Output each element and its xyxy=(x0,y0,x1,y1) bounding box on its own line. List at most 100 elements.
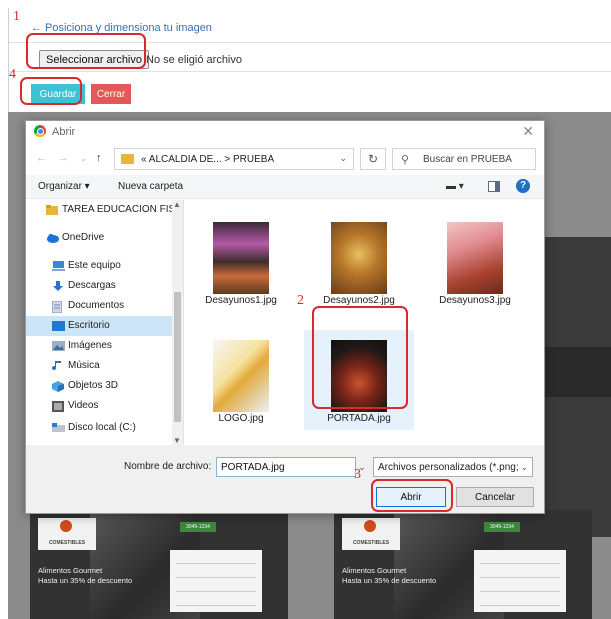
file-item[interactable]: Desayunos1.jpg xyxy=(186,212,296,312)
background-promo-card: COMESTIBLES 3045-1234 Alimentos Gourmet H… xyxy=(30,510,288,619)
desktop-icon xyxy=(52,321,65,331)
file-name: LOGO.jpg xyxy=(218,413,264,424)
nav-item-label: Documentos xyxy=(68,300,125,311)
recent-dropdown-icon[interactable]: ⌄ xyxy=(80,154,87,163)
dialog-title: Abrir xyxy=(52,126,76,138)
nav-item[interactable]: Este equipo xyxy=(26,256,172,276)
video-icon xyxy=(52,401,64,412)
image-editor-toolbar: ← Posiciona y dimensiona tu imagen Selecc… xyxy=(8,8,611,112)
file-thumbnail xyxy=(213,340,269,412)
nav-item[interactable]: Música xyxy=(26,356,172,376)
filename-label: Nombre de archivo: xyxy=(124,461,212,472)
open-button[interactable]: Abrir xyxy=(376,487,446,507)
nav-item[interactable]: Escritorio xyxy=(26,316,172,336)
new-folder-button[interactable]: Nueva carpeta xyxy=(118,181,183,192)
help-icon[interactable]: ? xyxy=(516,179,530,193)
file-thumbnail xyxy=(447,222,503,294)
step-number-3: 3 xyxy=(354,467,361,482)
nav-item[interactable]: OneDrive xyxy=(26,228,172,248)
file-type-select[interactable]: Archivos personalizados (*.png; ⌄ xyxy=(373,457,533,477)
file-thumbnail xyxy=(331,340,387,412)
file-list: Desayunos1.jpg Desayunos2.jpg Desayunos3.j… xyxy=(186,200,544,445)
contact-form-preview xyxy=(170,550,262,612)
chevron-down-icon[interactable]: ⌄ xyxy=(339,153,347,164)
file-open-dialog: Abrir ✕ ← → ⌄ ↑ « ALCALDIA DE... > PRUEB… xyxy=(25,120,545,514)
scrollbar-thumb[interactable] xyxy=(174,292,181,422)
step-number-4: 4 xyxy=(9,67,16,82)
brand-logo-icon xyxy=(60,520,72,532)
brand-logo-icon xyxy=(364,520,376,532)
scrollbar[interactable]: ▲ ▼ xyxy=(172,200,183,445)
up-icon[interactable]: ↑ xyxy=(96,152,102,164)
nav-item-label: Videos xyxy=(68,400,99,411)
drive-icon xyxy=(52,423,65,433)
file-item[interactable]: Desayunos3.jpg xyxy=(420,212,530,312)
select-file-button[interactable]: Seleccionar archivo xyxy=(39,50,149,69)
document-icon xyxy=(51,300,64,314)
close-icon[interactable]: ✕ xyxy=(522,123,534,140)
nav-item[interactable]: TAREA EDUCACION FIS xyxy=(26,200,176,220)
nav-item-label: Música xyxy=(68,360,100,371)
nav-item[interactable]: Objetos 3D xyxy=(26,376,172,396)
nav-item-label: TAREA EDUCACION FIS xyxy=(62,204,176,215)
back-icon[interactable]: ← xyxy=(36,152,47,164)
chrome-icon xyxy=(34,125,46,137)
music-icon xyxy=(52,361,64,371)
close-button[interactable]: Cerrar xyxy=(91,84,131,104)
file-item[interactable]: LOGO.jpg xyxy=(186,330,296,430)
file-name: Desayunos3.jpg xyxy=(439,295,511,306)
file-item[interactable]: PORTADA.jpg xyxy=(304,330,414,430)
command-bar: Organizar ▾ Nueva carpeta ▬ ▾ ? xyxy=(26,175,544,199)
nav-item[interactable]: Videos xyxy=(26,396,172,416)
chevron-down-icon: ⌄ xyxy=(520,462,528,472)
contact-form-preview xyxy=(474,550,566,612)
refresh-icon[interactable]: ↻ xyxy=(360,148,386,170)
nav-item[interactable]: Documentos xyxy=(26,296,172,316)
navigation-pane: TAREA EDUCACION FIS OneDrive Este equipo De… xyxy=(26,200,184,445)
file-name: PORTADA.jpg xyxy=(327,413,391,424)
pictures-icon xyxy=(52,341,65,351)
nav-item-label: Objetos 3D xyxy=(68,380,119,391)
step-number-1: 1 xyxy=(13,9,20,24)
nav-item[interactable]: Disco local (C:) xyxy=(26,418,172,438)
search-icon: ⚲ xyxy=(401,154,410,166)
forward-icon[interactable]: → xyxy=(58,152,69,164)
computer-icon xyxy=(52,261,65,271)
promo-text: Alimentos Gourmet Hasta un 35% de descuen… xyxy=(342,566,437,585)
file-name: Desayunos1.jpg xyxy=(205,295,277,306)
scroll-down-icon[interactable]: ▼ xyxy=(173,436,181,445)
cube-icon xyxy=(52,381,64,392)
back-link[interactable]: ← Posiciona y dimensiona tu imagen xyxy=(31,22,212,34)
promo-text: Alimentos Gourmet Hasta un 35% de descuen… xyxy=(38,566,133,585)
nav-item-label: Este equipo xyxy=(68,260,121,271)
organize-menu[interactable]: Organizar ▾ xyxy=(38,181,90,192)
dialog-titlebar: Abrir ✕ xyxy=(26,121,544,143)
nav-item[interactable]: Imágenes xyxy=(26,336,172,356)
back-arrow-icon: ← xyxy=(31,22,42,34)
nav-item-label: Imágenes xyxy=(68,340,112,351)
address-bar[interactable]: « ALCALDIA DE... > PRUEBA ⌄ xyxy=(114,148,354,170)
file-item[interactable]: Desayunos2.jpg xyxy=(304,212,414,312)
filename-input[interactable] xyxy=(216,457,356,477)
cancel-button[interactable]: Cancelar xyxy=(456,487,534,507)
no-file-text: No se eligió archivo xyxy=(146,54,242,66)
nav-item-label: Descargas xyxy=(68,280,116,291)
nav-item-label: Disco local (C:) xyxy=(68,422,136,433)
nav-item-label: OneDrive xyxy=(62,232,105,243)
address-path: « ALCALDIA DE... > PRUEBA xyxy=(141,154,275,165)
search-input[interactable]: ⚲ Buscar en PRUEBA xyxy=(392,148,536,170)
dialog-footer: Nombre de archivo: ⌄ Archivos personaliz… xyxy=(26,445,544,513)
nav-item-label: Escritorio xyxy=(68,320,110,331)
scroll-up-icon[interactable]: ▲ xyxy=(173,200,181,209)
search-placeholder: Buscar en PRUEBA xyxy=(423,154,512,165)
background-card-strip xyxy=(536,347,611,397)
file-thumbnail xyxy=(213,222,269,294)
nav-item[interactable]: Descargas xyxy=(26,276,172,296)
folder-icon xyxy=(121,154,134,164)
file-input-row: Seleccionar archivo No se eligió archivo xyxy=(9,42,611,72)
save-button[interactable]: Guardar xyxy=(31,84,85,104)
background-promo-card: COMESTIBLES 3045-1234 Alimentos Gourmet H… xyxy=(334,510,592,619)
step-number-2: 2 xyxy=(297,293,304,308)
view-options-icon[interactable]: ▬ ▾ xyxy=(446,181,464,192)
preview-pane-icon[interactable] xyxy=(488,181,500,192)
